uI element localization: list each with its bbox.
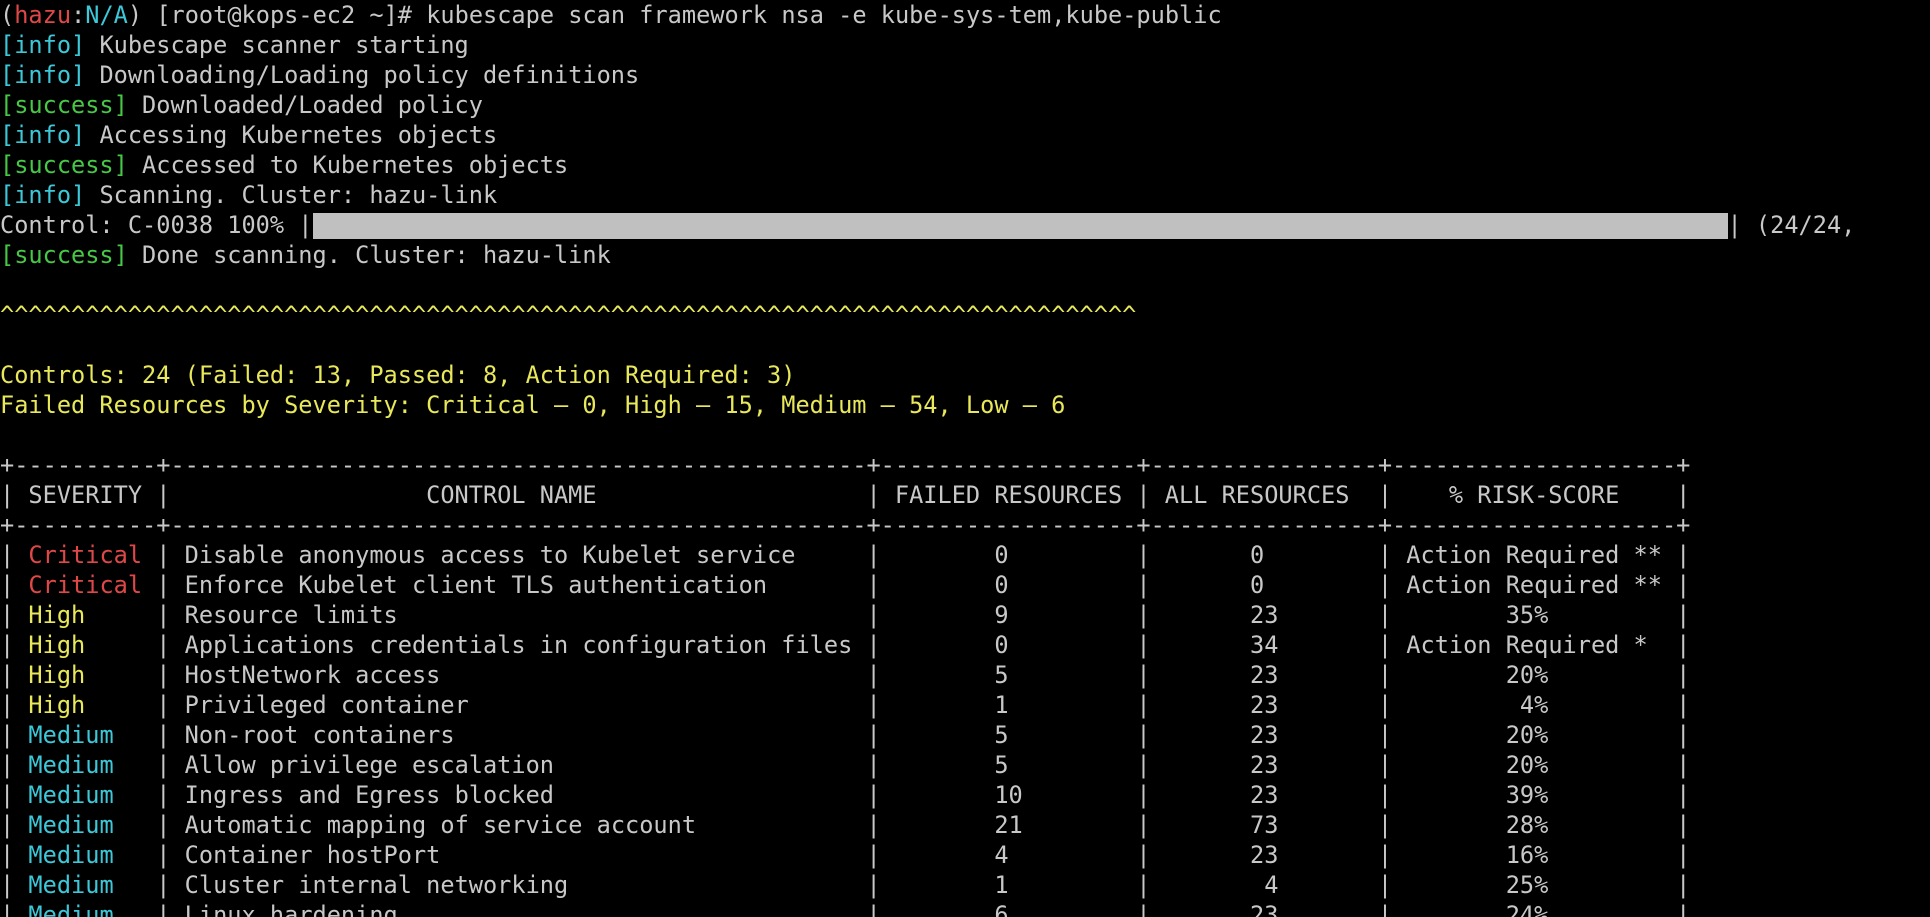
log-line: [info] Downloading/Loading policy defini… <box>0 60 639 90</box>
row-rest: | Automatic mapping of service account |… <box>113 811 1691 839</box>
log-tag: [success] <box>0 91 128 119</box>
log-line: [info] Scanning. Cluster: hazu-link <box>0 180 497 210</box>
row-rest: | Allow privilege escalation | 5 | 23 | … <box>113 751 1691 779</box>
severity-cell: Medium <box>28 841 114 869</box>
row-rest: | Container hostPort | 4 | 23 | 16% | <box>113 841 1691 869</box>
table-border-top: +----------+----------------------------… <box>0 451 1691 479</box>
row-left-border: | <box>0 571 29 599</box>
severity-cell: Medium <box>28 751 114 779</box>
severity-summary: Failed Resources by Severity: Critical —… <box>0 391 1066 419</box>
row-left-border: | <box>0 811 29 839</box>
table-row: | High | HostNetwork access | 5 | 23 | 2… <box>0 660 1690 690</box>
prompt-colon: : <box>71 1 86 29</box>
row-left-border: | <box>0 541 29 569</box>
severity-cell: Medium <box>28 721 114 749</box>
controls-summary: Controls: 24 (Failed: 13, Passed: 8, Act… <box>0 361 796 389</box>
log-line: [info] Accessing Kubernetes objects <box>0 120 497 150</box>
progress-prefix: Control: C-0038 100% | <box>0 211 313 239</box>
log-line: [success] Downloaded/Loaded policy <box>0 90 483 120</box>
row-rest: | Linux hardening | 6 | 23 | 24% | <box>113 901 1691 917</box>
prompt-context: hazu <box>14 1 72 29</box>
row-left-border: | <box>0 661 29 689</box>
table-row: | Critical | Enforce Kubelet client TLS … <box>0 570 1690 600</box>
severity-cell: Medium <box>28 901 114 917</box>
table-border-header: +----------+----------------------------… <box>0 511 1691 539</box>
progress-suffix: | (24/24, <box>1727 211 1856 239</box>
table-row: | High | Privileged container | 1 | 23 |… <box>0 690 1690 720</box>
prompt-line: (hazu:N/A) [root@kops-ec2 ~]# kubescape … <box>0 0 1222 30</box>
log-tag: [success] <box>0 151 128 179</box>
separator-line: ^^^^^^^^^^^^^^^^^^^^^^^^^^^^^^^^^^^^^^^^… <box>0 301 1137 329</box>
row-left-border: | <box>0 871 29 899</box>
row-rest: | Ingress and Egress blocked | 10 | 23 |… <box>113 781 1691 809</box>
row-rest: | Resource limits | 9 | 23 | 35% | <box>85 601 1691 629</box>
log-text: Scanning. Cluster: hazu-link <box>85 181 498 209</box>
log-line: [success] Accessed to Kubernetes objects <box>0 150 568 180</box>
severity-cell: Critical <box>28 541 143 569</box>
table-row: | Medium | Allow privilege escalation | … <box>0 750 1690 780</box>
prompt-close-paren: ) <box>127 1 143 29</box>
row-left-border: | <box>0 631 29 659</box>
table-row: | Medium | Non-root containers | 5 | 23 … <box>0 720 1690 750</box>
row-rest: | Applications credentials in configurat… <box>85 631 1691 659</box>
row-left-border: | <box>0 781 29 809</box>
done-tag: [success] <box>0 241 128 269</box>
severity-cell: Critical <box>28 571 143 599</box>
command-text: kubescape scan framework nsa -e kube-sys… <box>426 1 1222 29</box>
severity-cell: High <box>28 631 86 659</box>
table-row: | Medium | Container hostPort | 4 | 23 |… <box>0 840 1690 870</box>
row-left-border: | <box>0 751 29 779</box>
log-text: Accessing Kubernetes objects <box>85 121 498 149</box>
log-text: Kubescape scanner starting <box>85 31 469 59</box>
row-left-border: | <box>0 901 29 917</box>
log-tag: [info] <box>0 31 86 59</box>
row-rest: | Privileged container | 1 | 23 | 4% | <box>85 691 1691 719</box>
row-rest: | Enforce Kubelet client TLS authenticat… <box>142 571 1691 599</box>
done-text: Done scanning. Cluster: hazu-link <box>127 241 611 269</box>
prompt-host: [root@kops-ec2 ~]# <box>142 1 427 29</box>
row-left-border: | <box>0 601 29 629</box>
table-header: | SEVERITY | CONTROL NAME | FAILED RESOU… <box>0 481 1691 509</box>
severity-cell: High <box>28 601 86 629</box>
log-tag: [info] <box>0 121 86 149</box>
row-left-border: | <box>0 841 29 869</box>
log-text: Downloading/Loading policy definitions <box>85 61 640 89</box>
log-line: [info] Kubescape scanner starting <box>0 30 469 60</box>
row-left-border: | <box>0 721 29 749</box>
severity-cell: High <box>28 691 86 719</box>
row-rest: | Cluster internal networking | 1 | 4 | … <box>113 871 1691 899</box>
row-left-border: | <box>0 691 29 719</box>
progress-bar <box>312 213 1728 239</box>
progress-line: Control: C-0038 100% | | (24/24, <box>0 210 1855 240</box>
terminal-window[interactable]: (hazu:N/A) [root@kops-ec2 ~]# kubescape … <box>0 0 1930 917</box>
prompt-open-paren: ( <box>0 1 15 29</box>
table-row: | High | Applications credentials in con… <box>0 630 1690 660</box>
log-tag: [info] <box>0 181 86 209</box>
row-rest: | Disable anonymous access to Kubelet se… <box>142 541 1691 569</box>
severity-cell: Medium <box>28 811 114 839</box>
table-row: | Critical | Disable anonymous access to… <box>0 540 1690 570</box>
severity-cell: Medium <box>28 871 114 899</box>
row-rest: | HostNetwork access | 5 | 23 | 20% | <box>85 661 1691 689</box>
log-text: Accessed to Kubernetes objects <box>127 151 569 179</box>
severity-cell: Medium <box>28 781 114 809</box>
table-row: | Medium | Automatic mapping of service … <box>0 810 1690 840</box>
table-row: | High | Resource limits | 9 | 23 | 35% … <box>0 600 1690 630</box>
table-row: | Medium | Ingress and Egress blocked | … <box>0 780 1690 810</box>
table-row: | Medium | Cluster internal networking |… <box>0 870 1690 900</box>
log-tag: [info] <box>0 61 86 89</box>
row-rest: | Non-root containers | 5 | 23 | 20% | <box>113 721 1691 749</box>
done-line: [success] Done scanning. Cluster: hazu-l… <box>0 240 611 270</box>
severity-cell: High <box>28 661 86 689</box>
table-row: | Medium | Linux hardening | 6 | 23 | 24… <box>0 900 1690 917</box>
prompt-namespace: N/A <box>85 1 128 29</box>
log-text: Downloaded/Loaded policy <box>127 91 483 119</box>
